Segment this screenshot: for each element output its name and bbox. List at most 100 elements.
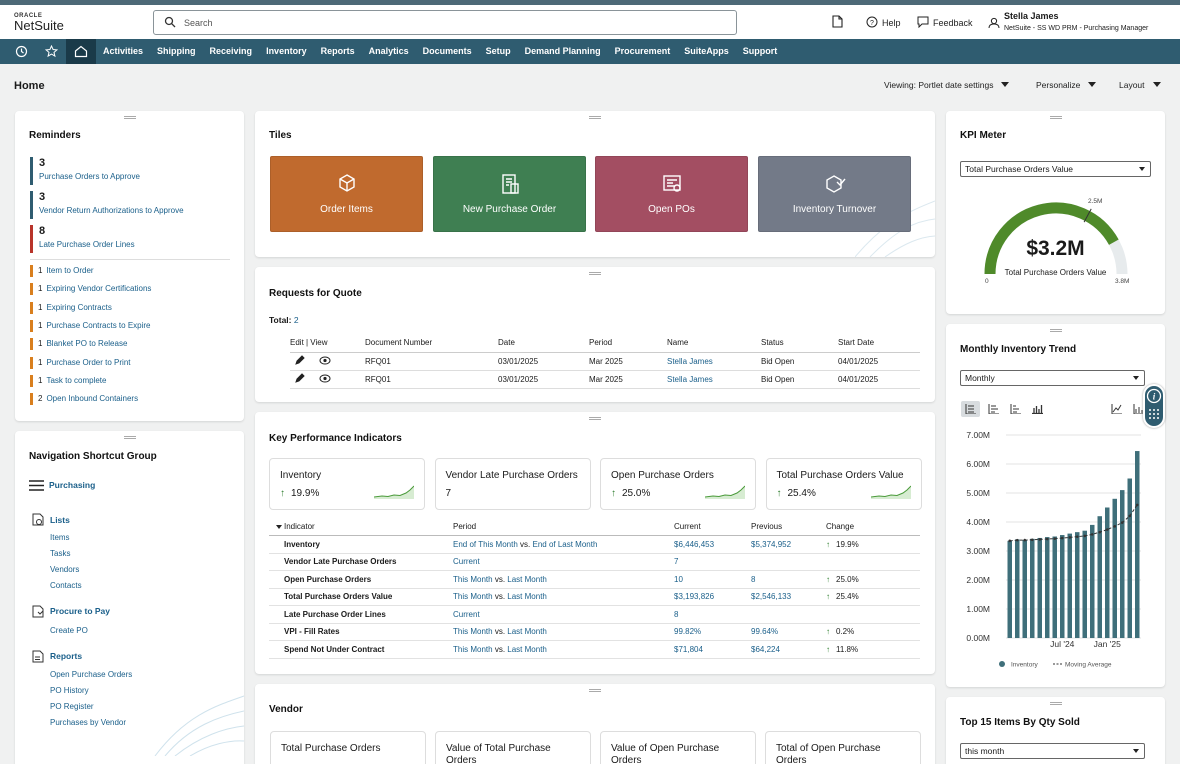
period-link[interactable]: This Month	[453, 592, 493, 601]
home-button[interactable]	[66, 39, 96, 64]
shortcut-open-purchase-orders[interactable]: Open Purchase Orders	[50, 670, 132, 679]
reminder-item[interactable]: 3Purchase Orders to Approve	[30, 157, 140, 185]
kpi-card[interactable]: Vendor Late Purchase Orders7	[435, 458, 591, 510]
reminder-label[interactable]: Purchase Order to Print	[46, 358, 130, 367]
reminder-label[interactable]: Item to Order	[46, 266, 93, 275]
cell-current[interactable]: $3,193,826	[674, 588, 751, 606]
shortcut-group-name[interactable]: Purchasing	[49, 480, 95, 490]
kpi-card[interactable]: Inventory↑19.9%	[269, 458, 425, 510]
global-search-input[interactable]: Search	[153, 10, 737, 35]
reminder-item[interactable]: 2Open Inbound Containers	[30, 393, 138, 405]
nav-item-activities[interactable]: Activities	[103, 39, 143, 64]
reminder-label[interactable]: Task to complete	[46, 376, 106, 385]
nav-item-documents[interactable]: Documents	[423, 39, 472, 64]
tile-open-pos[interactable]: Open POs	[595, 156, 748, 232]
cell-previous[interactable]: 8	[751, 571, 826, 589]
top-15-period-select[interactable]: this month	[960, 743, 1145, 759]
drag-handle[interactable]	[589, 116, 601, 119]
period-link[interactable]: This Month	[453, 575, 493, 584]
reminder-item[interactable]: 8Late Purchase Order Lines	[30, 225, 135, 253]
cell-current[interactable]: $6,446,453	[674, 536, 751, 554]
drag-handle[interactable]	[124, 116, 136, 119]
cell-previous[interactable]	[751, 553, 826, 571]
shortcut-items[interactable]: Items	[50, 533, 70, 542]
chart-type-stacked-button[interactable]	[961, 401, 980, 417]
shortcut-create-po[interactable]: Create PO	[50, 626, 88, 635]
period-link[interactable]: This Month	[453, 627, 493, 636]
drag-handle[interactable]	[589, 689, 601, 692]
feedback-button[interactable]: Feedback	[917, 16, 973, 30]
reminder-label[interactable]: Open Inbound Containers	[46, 394, 138, 403]
total-value[interactable]: 2	[294, 315, 299, 325]
cell-current[interactable]: 99.82%	[674, 623, 751, 641]
nav-item-reports[interactable]: Reports	[321, 39, 355, 64]
shortcut-tasks[interactable]: Tasks	[50, 549, 70, 558]
nav-item-shipping[interactable]: Shipping	[157, 39, 196, 64]
drag-handle[interactable]	[589, 417, 601, 420]
vendor-kpi-card[interactable]: Total Purchase Orders	[270, 731, 426, 764]
cell-previous[interactable]: $2,546,133	[751, 588, 826, 606]
reminder-item[interactable]: 1Expiring Vendor Certifications	[30, 283, 151, 295]
chart-type-hbar2-button[interactable]	[1006, 401, 1025, 417]
viewing-dropdown[interactable]: Viewing: Portlet date settings	[884, 80, 1009, 90]
personalize-dropdown[interactable]: Personalize	[1036, 80, 1096, 90]
reminder-label[interactable]: Purchase Orders to Approve	[39, 170, 140, 183]
help-button[interactable]: ? Help	[866, 16, 901, 30]
cell-name-link[interactable]: Stella James	[667, 370, 761, 388]
drag-handle[interactable]	[1050, 116, 1062, 119]
recent-button[interactable]	[6, 39, 36, 64]
reminder-item[interactable]: 1Task to complete	[30, 375, 106, 387]
shortcut-heading-lists[interactable]: Lists	[50, 515, 70, 525]
shortcut-po-history[interactable]: PO History	[50, 686, 89, 695]
reminder-item[interactable]: 1Purchase Contracts to Expire	[30, 320, 151, 332]
cell-current[interactable]: 10	[674, 571, 751, 589]
kpi-card[interactable]: Total Purchase Orders Value↑25.4%	[766, 458, 922, 510]
reminder-label[interactable]: Purchase Contracts to Expire	[46, 321, 150, 330]
reminder-item[interactable]: 1Blanket PO to Release	[30, 338, 127, 350]
period-compare-link[interactable]: Last Month	[507, 627, 547, 636]
period-link[interactable]: Current	[453, 557, 480, 566]
reminder-item[interactable]: 1Item to Order	[30, 265, 94, 277]
drag-handle[interactable]	[589, 272, 601, 275]
period-link[interactable]: End of This Month	[453, 540, 518, 549]
period-compare-link[interactable]: Last Month	[507, 645, 547, 654]
period-compare-link[interactable]: Last Month	[507, 592, 547, 601]
reminder-item[interactable]: 1Expiring Contracts	[30, 302, 112, 314]
cell-previous[interactable]: $64,224	[751, 641, 826, 659]
reminder-label[interactable]: Expiring Vendor Certifications	[46, 284, 151, 293]
chart-type-hbar-button[interactable]	[984, 401, 1003, 417]
nav-item-suiteapps[interactable]: SuiteApps	[684, 39, 729, 64]
view-icon[interactable]	[319, 358, 331, 367]
drag-handle[interactable]	[1050, 702, 1062, 705]
reminder-label[interactable]: Blanket PO to Release	[46, 339, 127, 348]
trend-period-select[interactable]: Monthly	[960, 370, 1145, 386]
cell-current[interactable]: 8	[674, 606, 751, 624]
shortcut-contacts[interactable]: Contacts	[50, 581, 82, 590]
cell-current[interactable]: 7	[674, 553, 751, 571]
period-compare-link[interactable]: Last Month	[507, 575, 547, 584]
vendor-kpi-card[interactable]: Value of Total Purchase Orders	[435, 731, 591, 764]
vendor-kpi-card[interactable]: Value of Open Purchase Orders	[600, 731, 756, 764]
shortcut-vendors[interactable]: Vendors	[50, 565, 79, 574]
kpi-card[interactable]: Open Purchase Orders↑25.0%	[600, 458, 756, 510]
drag-handle[interactable]	[1050, 329, 1062, 332]
period-link[interactable]: This Month	[453, 645, 493, 654]
period-link[interactable]: Current	[453, 610, 480, 619]
tile-order-items[interactable]: Order Items	[270, 156, 423, 232]
favorites-button[interactable]	[36, 39, 66, 64]
nav-item-analytics[interactable]: Analytics	[369, 39, 409, 64]
nav-item-procurement[interactable]: Procurement	[615, 39, 671, 64]
nav-item-receiving[interactable]: Receiving	[210, 39, 253, 64]
nav-item-demand-planning[interactable]: Demand Planning	[525, 39, 601, 64]
netsuite-logo[interactable]: ORACLE NetSuite	[14, 13, 64, 32]
layout-dropdown[interactable]: Layout	[1119, 80, 1161, 90]
chart-type-line-button[interactable]	[1107, 401, 1126, 417]
kpi-meter-select[interactable]: Total Purchase Orders Value	[960, 161, 1151, 177]
cell-previous[interactable]	[751, 606, 826, 624]
recent-records-button[interactable]	[832, 15, 843, 30]
view-icon[interactable]	[319, 376, 331, 385]
cell-current[interactable]: $71,804	[674, 641, 751, 659]
nav-item-inventory[interactable]: Inventory	[266, 39, 307, 64]
shortcut-heading-procure[interactable]: Procure to Pay	[50, 606, 110, 616]
edit-icon[interactable]	[295, 358, 305, 367]
